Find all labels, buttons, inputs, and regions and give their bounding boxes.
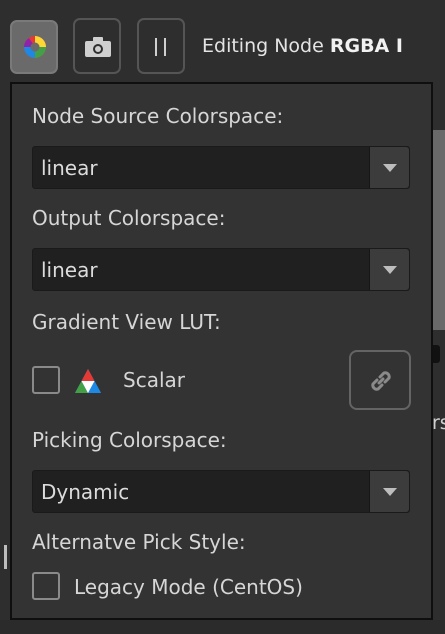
picking-colorspace-select[interactable]: Dynamic <box>32 470 410 513</box>
pause-button[interactable] <box>137 18 185 74</box>
picking-colorspace-value: Dynamic <box>41 480 130 504</box>
background-text: rs <box>432 412 445 434</box>
background-scrollbar <box>432 130 445 330</box>
chevron-down-icon <box>383 488 397 496</box>
snapshot-button[interactable] <box>73 18 121 74</box>
gradient-lut-checkbox[interactable] <box>32 366 60 394</box>
legacy-mode-checkbox[interactable] <box>32 572 60 600</box>
legacy-mode-label[interactable]: Legacy Mode (CentOS) <box>74 575 303 599</box>
link-lut-button[interactable] <box>349 350 411 410</box>
output-dropdown-button[interactable] <box>369 249 409 290</box>
gradient-view-lut-label: Gradient View LUT: <box>32 310 221 334</box>
node-source-dropdown-button[interactable] <box>369 147 409 188</box>
output-colorspace-select[interactable]: linear <box>32 248 410 291</box>
background-footer <box>0 620 445 634</box>
link-icon <box>367 367 395 399</box>
colorspace-popup: Node Source Colorspace: linear Output Co… <box>10 82 433 620</box>
node-source-colorspace-value: linear <box>41 156 98 180</box>
editor-title: Editing Node RGBA I <box>202 35 403 57</box>
color-wheel-icon <box>23 35 47 63</box>
toolbar: Editing Node RGBA I <box>0 0 445 86</box>
picking-colorspace-label: Picking Colorspace: <box>32 428 227 452</box>
picking-dropdown-button[interactable] <box>369 471 409 512</box>
alternative-pick-style-label: Alternatve Pick Style: <box>32 530 246 554</box>
color-settings-button[interactable] <box>10 20 58 74</box>
camera-icon <box>84 36 112 62</box>
pause-icon <box>153 37 169 61</box>
chevron-down-icon <box>383 266 397 274</box>
node-source-colorspace-select[interactable]: linear <box>32 146 410 189</box>
app-window: Editing Node RGBA I rs Node Source Color… <box>0 0 445 634</box>
output-colorspace-value: linear <box>41 258 98 282</box>
chevron-down-icon <box>383 164 397 172</box>
rgb-triangle-icon <box>73 367 103 399</box>
background-tick <box>4 545 7 569</box>
node-source-colorspace-label: Node Source Colorspace: <box>32 104 284 128</box>
gradient-lut-item-label: Scalar <box>123 368 185 392</box>
output-colorspace-label: Output Colorspace: <box>32 206 226 230</box>
